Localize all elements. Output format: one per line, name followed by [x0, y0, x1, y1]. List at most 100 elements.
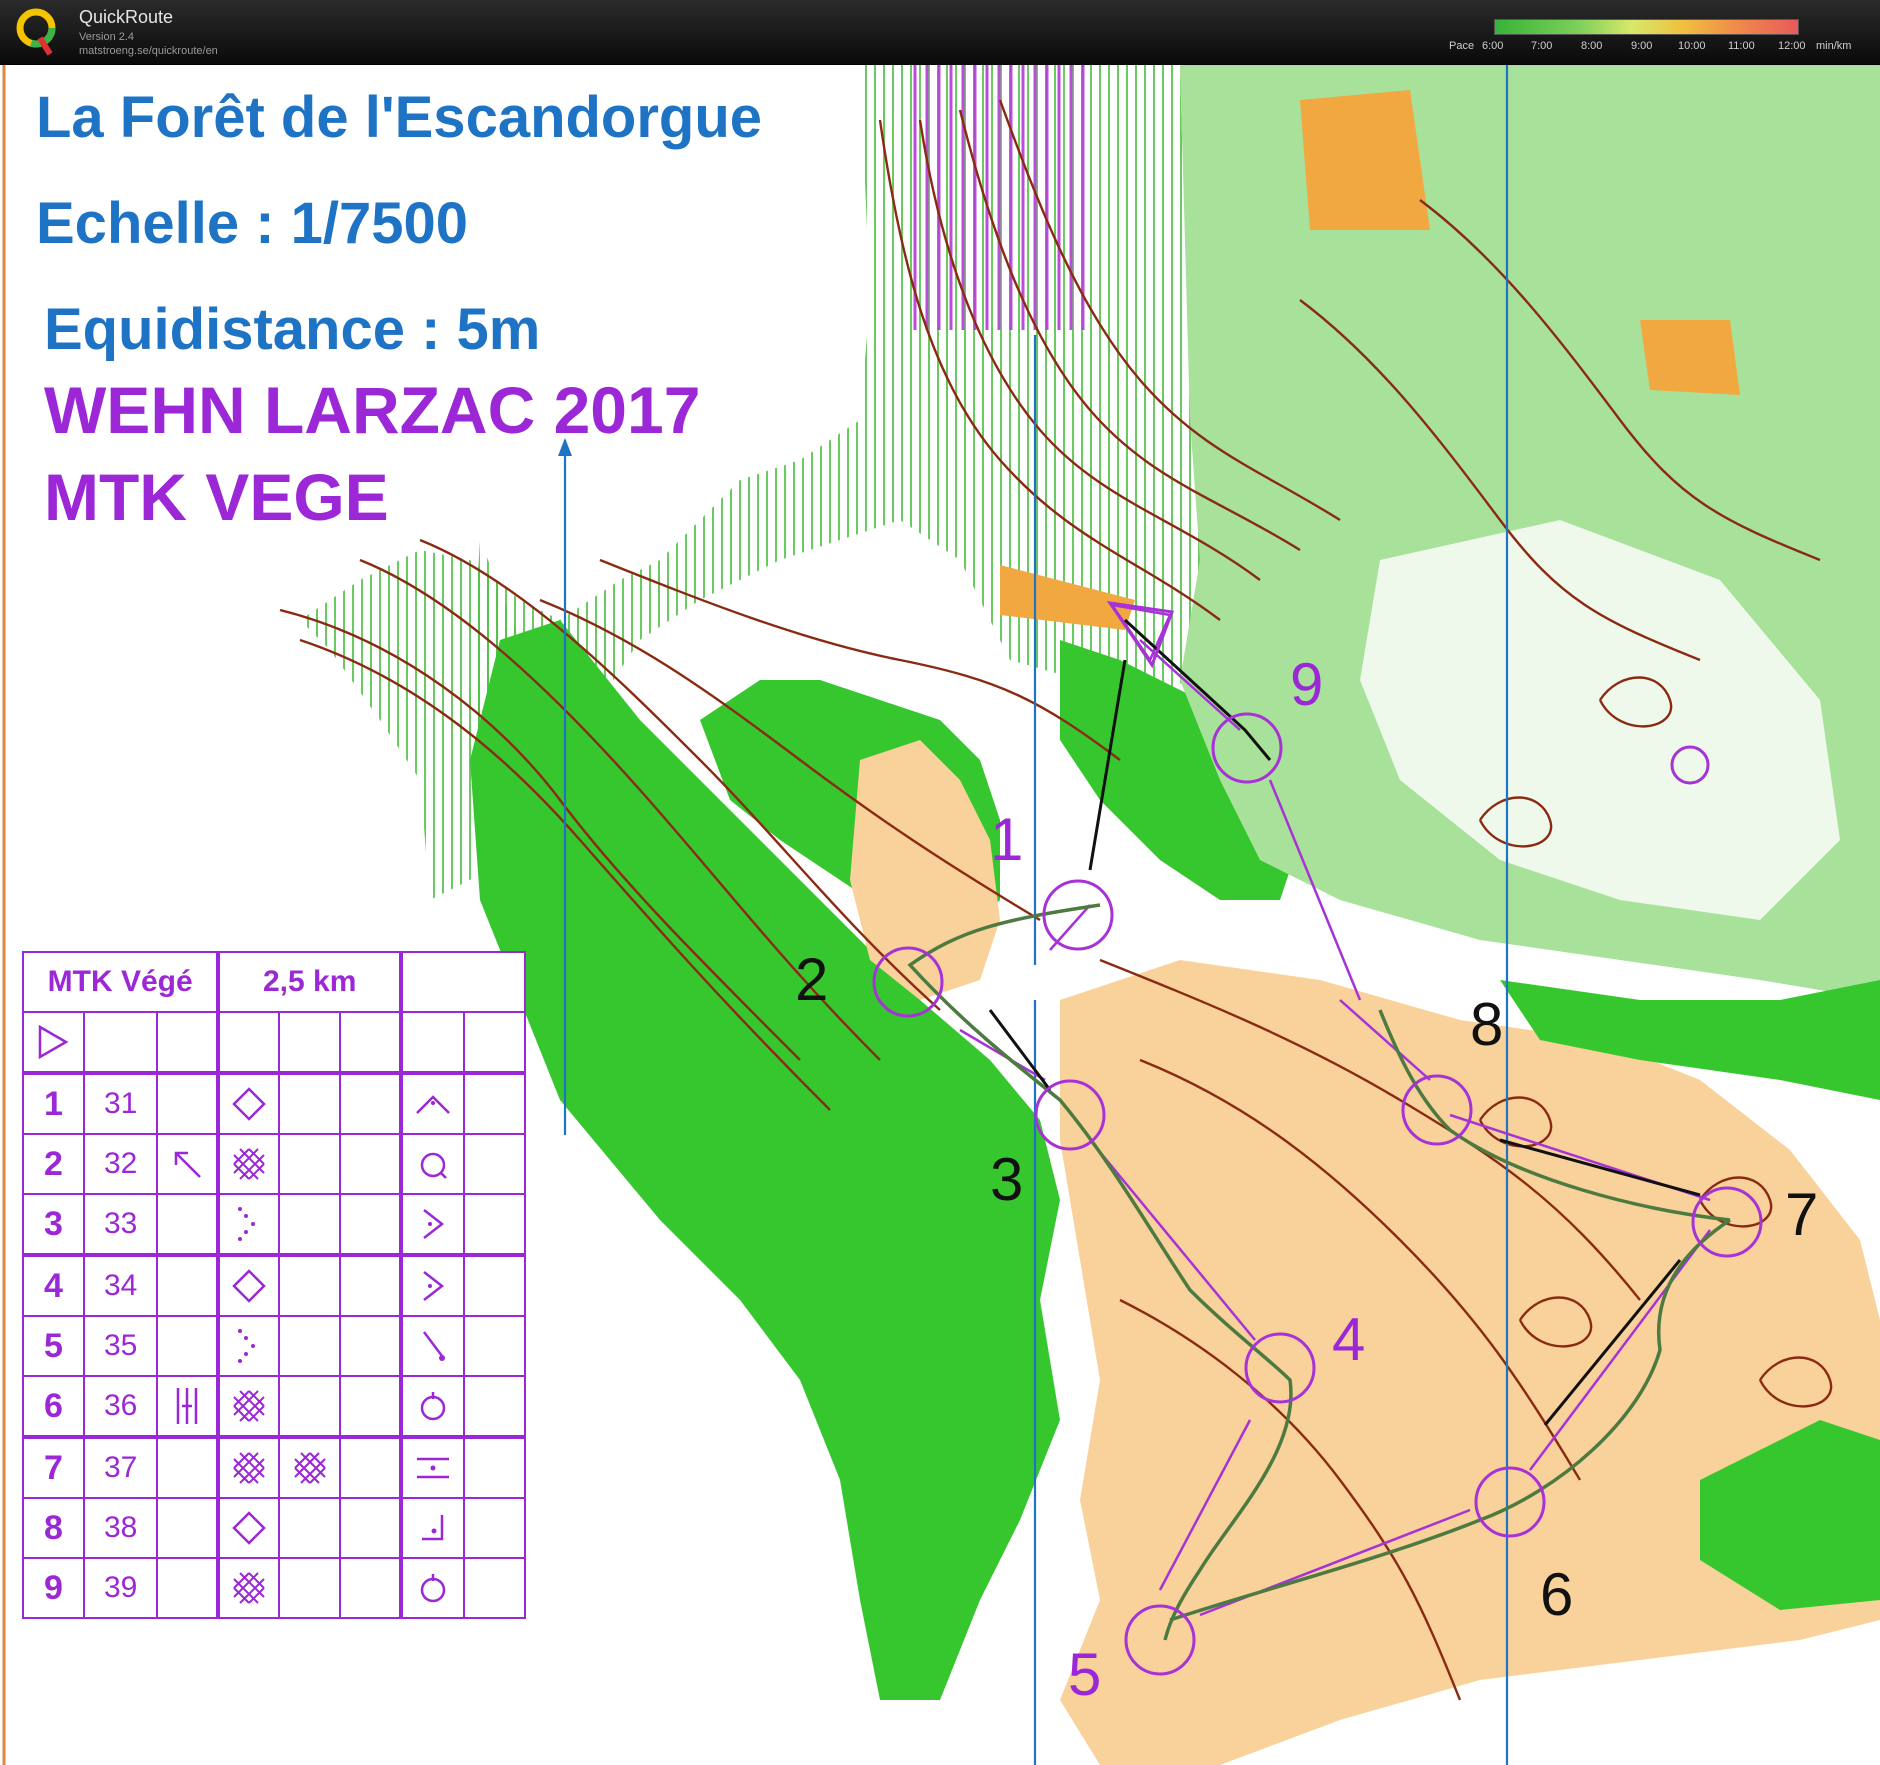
cd-cell	[217, 1133, 281, 1195]
cd-control-number: 1	[22, 1071, 85, 1135]
corner-dot-icon	[422, 1515, 444, 1541]
cross-hatch-icon	[293, 1452, 326, 1484]
control-description-row: 5 35	[22, 1315, 526, 1377]
cd-cell	[278, 1435, 342, 1499]
cd-cell	[278, 1497, 342, 1559]
cd-cell	[156, 1375, 221, 1438]
cd-cell	[278, 1253, 342, 1317]
cross-hatch-icon	[233, 1390, 265, 1422]
cd-start-cell	[22, 1011, 85, 1074]
corner-right-icon	[423, 1209, 445, 1239]
control-label-2: 2	[795, 946, 829, 1013]
pace-color-scale	[1494, 19, 1799, 35]
cd-cell	[278, 1133, 342, 1195]
cd-control-code: 31	[82, 1071, 159, 1135]
diamond-icon	[232, 1087, 267, 1121]
cd-control-code: 39	[82, 1557, 159, 1619]
start-triangle-icon	[39, 1024, 69, 1060]
cd-cell	[400, 1557, 466, 1619]
control-description-row: 3 33	[22, 1193, 526, 1256]
control-description-row: 2 32	[22, 1133, 526, 1195]
cd-cell	[156, 1133, 221, 1195]
cd-cell	[400, 1071, 466, 1135]
app-toolbar: QuickRoute Version 2.4 matstroeng.se/qui…	[0, 0, 1880, 65]
cd-cell	[339, 1557, 404, 1619]
cd-cell	[339, 1435, 404, 1499]
cd-cell	[400, 1133, 466, 1195]
cd-cell	[339, 1253, 404, 1317]
cd-cell	[339, 1133, 404, 1195]
control-description-row: 8 38	[22, 1497, 526, 1559]
cd-cell	[156, 1497, 221, 1559]
cd-control-number: 9	[22, 1557, 85, 1619]
cd-cell	[156, 1557, 221, 1619]
cd-cell	[463, 1193, 526, 1256]
cd-control-number: 8	[22, 1497, 85, 1559]
cd-cell	[217, 1253, 281, 1317]
cd-cell	[217, 1011, 281, 1074]
cd-cell	[463, 1375, 526, 1438]
dots-icon	[238, 1329, 256, 1363]
cd-cell	[278, 1557, 342, 1619]
cd-cell	[156, 1253, 221, 1317]
cd-cell	[400, 1193, 466, 1256]
cd-control-code: 33	[82, 1193, 159, 1256]
cd-control-number: 7	[22, 1435, 85, 1499]
cd-cell	[156, 1435, 221, 1499]
cd-cell	[278, 1315, 342, 1377]
cd-cell	[156, 1071, 221, 1135]
cd-control-number: 2	[22, 1133, 85, 1195]
diamond-icon	[232, 1269, 267, 1303]
cd-cell	[339, 1375, 404, 1438]
cd-cell	[463, 1557, 526, 1619]
cd-cell	[217, 1375, 281, 1438]
cd-control-code: 32	[82, 1133, 159, 1195]
cd-cell	[217, 1557, 281, 1619]
cd-cell	[217, 1071, 281, 1135]
dots-icon	[238, 1207, 256, 1241]
control-label-9: 9	[1290, 651, 1324, 718]
cd-cell	[217, 1497, 281, 1559]
cd-cell	[156, 1011, 221, 1074]
cd-cell	[463, 1497, 526, 1559]
map-title: La Forêt de l'Escandorgue	[36, 85, 763, 150]
arrow-nw-icon	[175, 1151, 202, 1178]
control-label-3: 3	[990, 1146, 1024, 1213]
cd-cell	[463, 1011, 526, 1074]
pace-tick: 7:00	[1531, 40, 1553, 52]
app-url[interactable]: matstroeng.se/quickroute/en	[79, 45, 218, 57]
pace-tick: 8:00	[1581, 40, 1603, 52]
cd-cell	[339, 1071, 404, 1135]
map-open-land	[1640, 320, 1740, 395]
cd-cell	[463, 1315, 526, 1377]
cd-cell	[156, 1315, 221, 1377]
control-circle-1	[1042, 879, 1114, 951]
control-description-row: 6 36	[22, 1375, 526, 1438]
cd-cell	[156, 1193, 221, 1256]
cd-control-number: 6	[22, 1375, 85, 1438]
app-version: Version 2.4	[79, 31, 135, 43]
cd-control-code: 37	[82, 1435, 159, 1499]
control-label-6: 6	[1540, 1561, 1574, 1628]
cd-control-number: 3	[22, 1193, 85, 1256]
circle-top-icon	[420, 1574, 446, 1603]
cross-hatch-icon	[233, 1572, 265, 1604]
cd-cell	[400, 1497, 466, 1559]
control-label-5: 5	[1068, 1641, 1102, 1708]
cd-cell	[278, 1193, 342, 1256]
cd-cell	[400, 1435, 466, 1499]
control-label-4: 4	[1332, 1306, 1366, 1373]
cd-cell	[463, 1071, 526, 1135]
pace-tick: 9:00	[1631, 40, 1653, 52]
map-open-land	[1300, 90, 1430, 230]
cd-cell	[339, 1011, 404, 1074]
cd-control-code: 34	[82, 1253, 159, 1317]
cross-hatch-icon	[233, 1148, 265, 1180]
control-description-row: 1 31	[22, 1071, 526, 1135]
circle-top-icon	[420, 1392, 446, 1421]
cd-cell	[278, 1071, 342, 1135]
cd-cell	[278, 1011, 342, 1074]
cd-cell	[339, 1315, 404, 1377]
control-label-8: 8	[1470, 991, 1504, 1058]
end-icon	[423, 1331, 446, 1361]
